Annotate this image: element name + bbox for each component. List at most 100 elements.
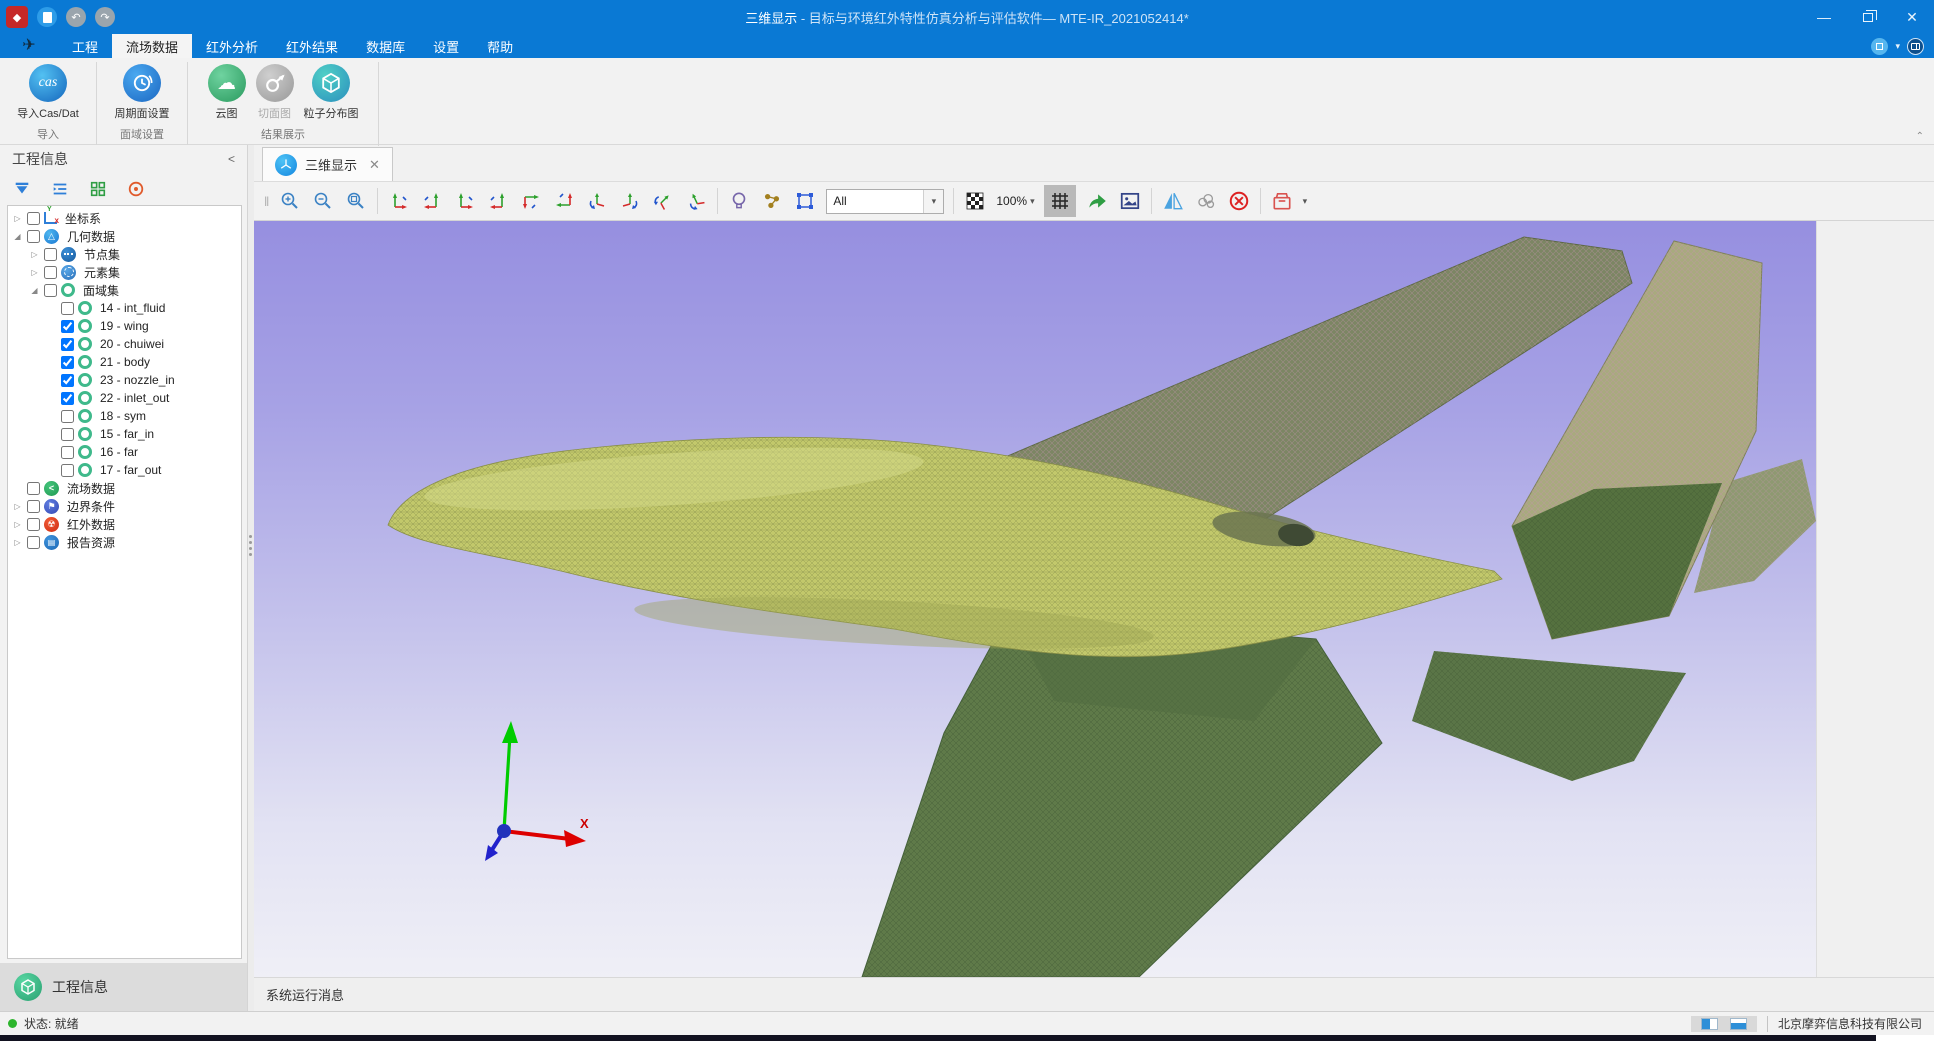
tree-item[interactable]: 19 - wing: [8, 317, 241, 335]
undo-icon[interactable]: ↶: [66, 7, 86, 27]
redo-icon[interactable]: ↷: [95, 7, 115, 27]
tree-item[interactable]: ◢ 面域集: [8, 281, 241, 299]
restore-button[interactable]: [1846, 0, 1890, 34]
tree-checkbox[interactable]: [61, 446, 74, 459]
tree-checkbox[interactable]: [27, 518, 40, 531]
lamp-icon[interactable]: [727, 189, 751, 213]
menu-item-database[interactable]: 数据库: [352, 34, 419, 58]
tree-item[interactable]: 15 - far_in: [8, 425, 241, 443]
locate-target-icon[interactable]: [126, 179, 146, 199]
new-file-icon[interactable]: [37, 7, 57, 27]
tree-item[interactable]: ▷ 边界条件: [8, 497, 241, 515]
chevron-down-icon[interactable]: ▾: [1895, 41, 1900, 52]
theme-icon[interactable]: [1871, 38, 1888, 55]
tree-checkbox[interactable]: [61, 302, 74, 315]
rotate-left-icon[interactable]: [618, 189, 642, 213]
tree-checkbox[interactable]: [61, 464, 74, 477]
view-bottom-icon[interactable]: [552, 189, 576, 213]
tree-checkbox[interactable]: [61, 374, 74, 387]
particle-distribution-button[interactable]: 粒子分布图: [300, 62, 363, 123]
menu-item-infrared-analysis[interactable]: 红外分析: [192, 34, 272, 58]
view-isometric-icon[interactable]: [585, 189, 609, 213]
combo-dropdown-icon[interactable]: ▾: [923, 190, 943, 213]
tree-checkbox[interactable]: [61, 338, 74, 351]
tree-checkbox[interactable]: [27, 230, 40, 243]
tab-3d-view[interactable]: 三维显示 ✕: [262, 147, 393, 181]
tree-expander[interactable]: ◢: [29, 286, 40, 295]
panel-collapse-icon[interactable]: <: [228, 152, 235, 166]
tree-item[interactable]: ▷ 元素集: [8, 263, 241, 281]
tree-item[interactable]: 22 - inlet_out: [8, 389, 241, 407]
menu-item-flowfield-data[interactable]: 流场数据: [112, 34, 192, 58]
tree-item[interactable]: 流场数据: [8, 479, 241, 497]
tree-item[interactable]: 17 - far_out: [8, 461, 241, 479]
viewport-3d[interactable]: X: [254, 221, 1816, 977]
tree-item[interactable]: ▷ 节点集: [8, 245, 241, 263]
tree-checkbox[interactable]: [27, 536, 40, 549]
rotate-right-icon[interactable]: [684, 189, 708, 213]
snapshot-icon[interactable]: [1118, 189, 1142, 213]
tree-item[interactable]: ▷ 报告资源: [8, 533, 241, 551]
cancel-icon[interactable]: [1227, 189, 1251, 213]
tree-checkbox[interactable]: [27, 500, 40, 513]
tree-checkbox[interactable]: [61, 356, 74, 369]
tree-expander[interactable]: ◢: [12, 232, 23, 241]
zoom-fit-icon[interactable]: [344, 189, 368, 213]
display-filter-select[interactable]: All ▾: [826, 189, 944, 214]
rotate-down-icon[interactable]: [651, 189, 675, 213]
project-info-bottom-tab[interactable]: 工程信息: [0, 963, 247, 1011]
tree-expander[interactable]: ▷: [12, 538, 23, 547]
tree-expander[interactable]: ▷: [29, 250, 40, 259]
cloud-outline-icon[interactable]: [1194, 189, 1218, 213]
tree-checkbox[interactable]: [44, 248, 57, 261]
tree-item[interactable]: 21 - body: [8, 353, 241, 371]
close-button[interactable]: ✕: [1890, 0, 1934, 34]
view-front-icon[interactable]: [387, 189, 411, 213]
expand-list-icon[interactable]: [50, 179, 70, 199]
tree-item[interactable]: 16 - far: [8, 443, 241, 461]
orientation-triad[interactable]: X: [482, 713, 602, 863]
tab-close-icon[interactable]: ✕: [365, 157, 380, 173]
tree-checkbox[interactable]: [44, 266, 57, 279]
save-view-icon[interactable]: [1270, 189, 1294, 213]
import-cas-dat-button[interactable]: cas 导入Cas/Dat: [13, 62, 83, 123]
help-book-icon[interactable]: [1907, 38, 1924, 55]
tree-checkbox[interactable]: [44, 284, 57, 297]
particles-icon[interactable]: [760, 189, 784, 213]
slice-map-button[interactable]: 切面图: [252, 62, 298, 123]
menu-item-help[interactable]: 帮助: [473, 34, 527, 58]
filter-icon[interactable]: [12, 179, 32, 199]
export-arrow-icon[interactable]: [1085, 189, 1109, 213]
view-top-icon[interactable]: [519, 189, 543, 213]
tree-expander[interactable]: ▷: [12, 520, 23, 529]
tree-checkbox[interactable]: [27, 212, 40, 225]
tree-checkbox[interactable]: [61, 392, 74, 405]
cloud-map-button[interactable]: ☁ 云图: [204, 62, 250, 123]
aircraft-mesh-model[interactable]: [254, 221, 1816, 977]
zoom-out-icon[interactable]: [311, 189, 335, 213]
tree-checkbox[interactable]: [61, 320, 74, 333]
grid-toggle-button[interactable]: [1044, 185, 1076, 217]
view-left-icon[interactable]: [453, 189, 477, 213]
opacity-dropdown[interactable]: 100%▾: [996, 194, 1034, 208]
tree-item[interactable]: ▷ 红外数据: [8, 515, 241, 533]
panel-layout-bottom-icon[interactable]: [1730, 1018, 1747, 1030]
panel-layout-left-icon[interactable]: [1701, 1018, 1718, 1030]
toolbar-drag-handle[interactable]: ‖: [264, 194, 269, 209]
opacity-checker-icon[interactable]: [963, 189, 987, 213]
zoom-in-icon[interactable]: [278, 189, 302, 213]
menu-item-engineering[interactable]: 工程: [58, 34, 112, 58]
tree-item[interactable]: 20 - chuiwei: [8, 335, 241, 353]
tree-expander[interactable]: ▷: [29, 268, 40, 277]
view-right-icon[interactable]: [486, 189, 510, 213]
mirror-icon[interactable]: [1161, 189, 1185, 213]
menu-item-infrared-results[interactable]: 红外结果: [272, 34, 352, 58]
tree-checkbox[interactable]: [61, 428, 74, 441]
menu-item-settings[interactable]: 设置: [419, 34, 473, 58]
tree-item[interactable]: ▷ 坐标系: [8, 209, 241, 227]
tree-checkbox[interactable]: [61, 410, 74, 423]
tree-item[interactable]: 23 - nozzle_in: [8, 371, 241, 389]
selection-box-icon[interactable]: [793, 189, 817, 213]
tree-item[interactable]: 14 - int_fluid: [8, 299, 241, 317]
tree-item[interactable]: 18 - sym: [8, 407, 241, 425]
